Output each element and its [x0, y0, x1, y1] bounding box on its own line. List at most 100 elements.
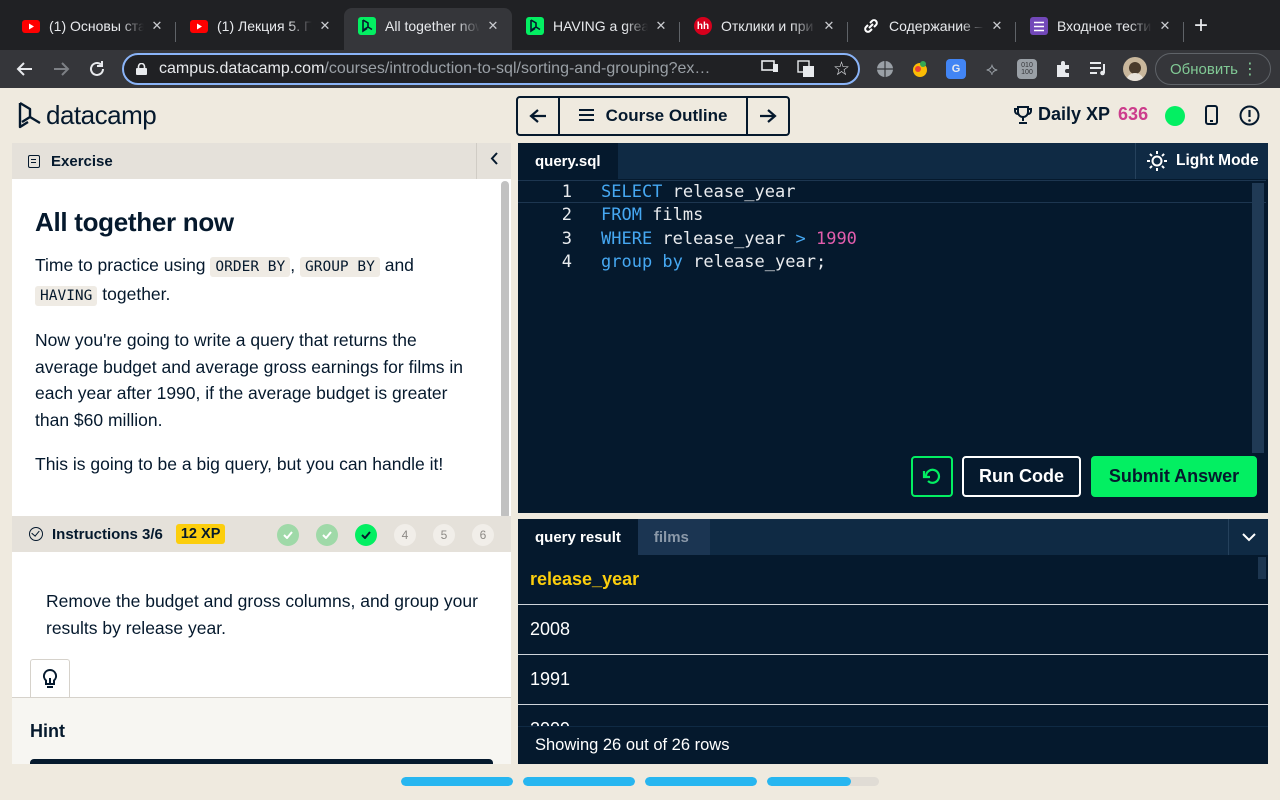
hint-tab[interactable] [30, 659, 70, 697]
submit-answer-button[interactable]: Submit Answer [1091, 456, 1257, 497]
menu-dots-icon[interactable]: ⋮ [1242, 59, 1258, 79]
mobile-app-icon[interactable] [1205, 105, 1218, 130]
browser-tab[interactable]: Входное тести ✕ [1016, 8, 1184, 50]
line-number: 3 [561, 228, 572, 249]
daily-xp-label: Daily XP [1038, 104, 1111, 124]
google-translate-extension-icon[interactable]: G [946, 59, 966, 79]
instructions-header: Instructions 3/6 12 XP 456 [12, 516, 511, 552]
reset-code-button[interactable] [911, 456, 953, 497]
document-icon [28, 154, 40, 168]
progress-fill [401, 777, 513, 786]
translate-icon[interactable] [797, 60, 815, 83]
cast-icon[interactable] [761, 60, 779, 79]
undo-icon [922, 468, 941, 484]
course-progress [401, 777, 889, 786]
row-count-footer: Showing 26 out of 26 rows [518, 726, 1268, 764]
acrobat-extension-icon[interactable]: ⟡ [982, 59, 1002, 79]
browser-toolbar: campus.datacamp.com/courses/introduction… [0, 50, 1280, 88]
arrow-right-icon [54, 62, 70, 76]
query-result-panel: query result films release_year 2008 1991… [518, 519, 1268, 764]
exercise-label: Exercise [51, 152, 113, 170]
next-exercise-button[interactable] [748, 98, 788, 134]
update-browser-button[interactable]: Обновить ⋮ [1155, 53, 1271, 85]
take-hint-button[interactable] [30, 759, 493, 764]
sql-text: release_year [662, 181, 796, 202]
intro-comma: , [290, 255, 296, 275]
code-group-by: GROUP BY [300, 257, 380, 277]
collapse-results-button[interactable] [1228, 519, 1268, 555]
address-bar[interactable]: campus.datacamp.com/courses/introduction… [122, 53, 860, 85]
step-indicator[interactable] [355, 524, 377, 546]
collapse-panel-button[interactable] [476, 143, 511, 179]
step-indicator[interactable] [316, 524, 338, 546]
close-tab-icon[interactable]: ✕ [1156, 18, 1174, 34]
hh-icon: hh [694, 17, 712, 35]
code-editor-panel: query.sql Light Mode 1 SELECT release_yea… [518, 143, 1268, 513]
arrow-right-icon [760, 109, 777, 123]
colorpick-extension-icon[interactable] [910, 59, 930, 79]
browser-tab[interactable]: HAVING a great ✕ [512, 8, 680, 50]
back-button[interactable] [7, 54, 43, 84]
step-indicator[interactable]: 4 [394, 524, 416, 546]
feedback-alert-icon[interactable] [1239, 105, 1260, 131]
exercise-intro: Time to practice using ORDER BY, GROUP B… [35, 252, 468, 309]
run-code-button[interactable]: Run Code [962, 456, 1081, 497]
close-tab-icon[interactable]: ✕ [988, 18, 1006, 34]
close-tab-icon[interactable]: ✕ [484, 18, 502, 34]
hamburger-icon [578, 106, 594, 126]
sql-text: release_year; [682, 252, 827, 272]
globe-extension-icon[interactable] [875, 59, 895, 79]
progress-fill [767, 777, 851, 786]
browser-tab[interactable]: Содержание – ✕ [848, 8, 1016, 50]
sun-icon [1147, 151, 1167, 171]
binary-extension-icon[interactable]: 010 100 [1017, 59, 1037, 79]
course-outline-button[interactable]: Course Outline [558, 98, 748, 134]
result-scrollbar[interactable] [1258, 557, 1266, 579]
check-circle-icon [29, 527, 43, 541]
datacamp-icon [526, 17, 544, 35]
close-tab-icon[interactable]: ✕ [652, 18, 670, 34]
line-number: 1 [561, 181, 572, 202]
datacamp-logo[interactable]: datacamp [18, 100, 157, 131]
close-tab-icon[interactable]: ✕ [148, 18, 166, 34]
instruction-text: Remove the budget and gross columns, and… [46, 591, 478, 638]
link-icon [862, 17, 880, 35]
sql-operator: > [795, 228, 806, 249]
intro-text: Time to practice using [35, 255, 206, 275]
step-indicator[interactable]: 5 [433, 524, 455, 546]
browser-tab-title: Входное тести [1057, 18, 1152, 34]
reload-button[interactable] [79, 54, 115, 84]
code-content: group by release_year; [601, 252, 826, 272]
exercise-panel: Exercise All together now Time to practi… [12, 143, 511, 764]
code-line: 1 SELECT release_year [518, 180, 1266, 203]
bookmark-star-icon[interactable]: ☆ [833, 58, 850, 81]
browser-tab[interactable]: All together now ✕ [344, 8, 512, 50]
tab-films[interactable]: films [637, 519, 710, 555]
light-mode-toggle[interactable]: Light Mode [1135, 143, 1268, 179]
step-indicator[interactable] [277, 524, 299, 546]
forward-button[interactable] [43, 54, 79, 84]
browser-tab[interactable]: (1) Основы ста ✕ [8, 8, 176, 50]
progress-fill [523, 777, 635, 786]
close-tab-icon[interactable]: ✕ [316, 18, 334, 34]
tab-query-result[interactable]: query result [518, 519, 638, 555]
tab-query-sql[interactable]: query.sql [518, 143, 618, 179]
reading-list-icon[interactable] [1088, 59, 1108, 79]
browser-tab-bar: (1) Основы ста ✕ (1) Лекция 5. П ✕ All toget… [0, 0, 1280, 50]
editor-tabs: query.sql Light Mode [518, 143, 1268, 179]
youtube-icon [22, 17, 40, 35]
extensions-puzzle-icon[interactable] [1053, 59, 1073, 79]
code-having: HAVING [35, 285, 98, 306]
step-indicator[interactable]: 6 [472, 524, 494, 546]
light-mode-label: Light Mode [1176, 152, 1259, 169]
profile-avatar[interactable] [1123, 57, 1147, 81]
close-tab-icon[interactable]: ✕ [820, 18, 838, 34]
chapter-progress-bar [645, 777, 757, 786]
browser-tab[interactable]: hh Отклики и при ✕ [680, 8, 848, 50]
exercise-scrollbar[interactable] [501, 181, 509, 519]
editor-scrollbar[interactable] [1252, 183, 1264, 453]
browser-tab[interactable]: (1) Лекция 5. П ✕ [176, 8, 344, 50]
previous-exercise-button[interactable] [518, 98, 558, 134]
browser-tab-title: All together now [385, 18, 480, 34]
new-tab-button[interactable]: + [1194, 12, 1208, 40]
